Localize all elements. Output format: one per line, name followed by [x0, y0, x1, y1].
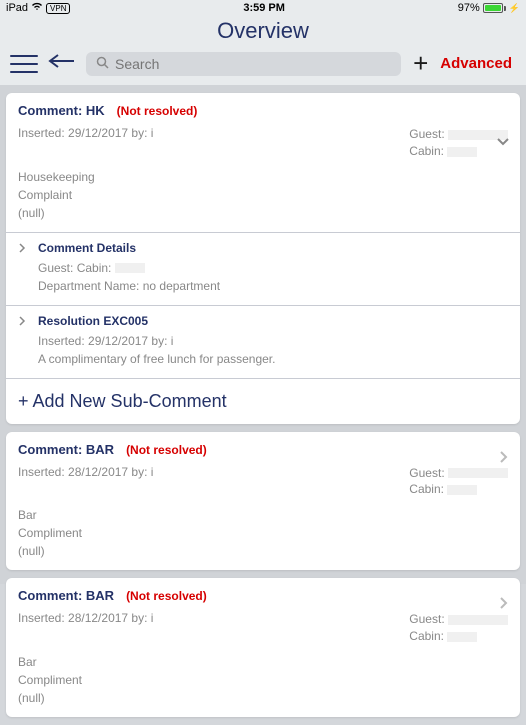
top-bar: Overview + Advanced	[0, 16, 526, 85]
comment-status: (Not resolved)	[126, 589, 207, 603]
chevron-right-icon	[18, 316, 26, 329]
comment-tags: Bar Compliment (null)	[18, 506, 508, 560]
status-bar: iPad VPN 3:59 PM 97% ⚡	[0, 0, 526, 16]
search-box[interactable]	[86, 52, 401, 76]
comment-title: Comment: HK	[18, 103, 105, 118]
resolution-title: Resolution EXC005	[38, 314, 508, 328]
resolution-inserted: Inserted: 29/12/2017 by: i	[38, 334, 508, 348]
vpn-badge: VPN	[46, 3, 70, 14]
inserted-label: Inserted: 28/12/2017 by: i	[18, 465, 153, 479]
chevron-right-icon	[499, 450, 508, 469]
comment-status: (Not resolved)	[117, 104, 198, 118]
battery-pct: 97%	[458, 2, 480, 14]
wifi-icon	[31, 2, 43, 14]
comment-card[interactable]: Comment: BAR (Not resolved) Inserted: 28…	[6, 432, 520, 571]
charging-icon: ⚡	[509, 3, 520, 14]
inserted-label: Inserted: 28/12/2017 by: i	[18, 611, 153, 625]
menu-icon[interactable]	[10, 55, 38, 73]
details-title: Comment Details	[38, 241, 508, 255]
details-dept: Department Name: no department	[38, 279, 508, 293]
chevron-right-icon	[18, 243, 26, 256]
details-guest: Guest: Cabin:	[38, 261, 508, 275]
resolution-text: A complimentary of free lunch for passen…	[38, 352, 508, 366]
content-list: Comment: HK (Not resolved) Inserted: 29/…	[0, 85, 526, 725]
comment-card[interactable]: Comment: BAR (Not resolved) Inserted: 28…	[6, 578, 520, 717]
resolution-section[interactable]: Resolution EXC005 Inserted: 29/12/2017 b…	[6, 305, 520, 378]
battery-icon	[483, 3, 506, 13]
inserted-label: Inserted: 29/12/2017 by: i	[18, 126, 153, 140]
comment-details-section[interactable]: Comment Details Guest: Cabin: Department…	[6, 232, 520, 305]
search-icon	[96, 56, 109, 72]
guest-cabin: Guest: Cabin:	[409, 465, 508, 499]
advanced-button[interactable]: Advanced	[440, 55, 516, 72]
comment-tags: Housekeeping Complaint (null)	[18, 168, 508, 222]
comment-title: Comment: BAR	[18, 442, 114, 457]
comment-title: Comment: BAR	[18, 588, 114, 603]
guest-cabin: Guest: Cabin:	[409, 126, 508, 160]
comment-tags: Bar Compliment (null)	[18, 653, 508, 707]
comment-card[interactable]: Comment: HK (Not resolved) Inserted: 29/…	[6, 93, 520, 424]
back-icon[interactable]	[46, 52, 78, 75]
guest-cabin: Guest: Cabin:	[409, 611, 508, 645]
status-time: 3:59 PM	[243, 2, 285, 14]
page-title: Overview	[0, 18, 526, 44]
comment-status: (Not resolved)	[126, 443, 207, 457]
add-sub-comment-button[interactable]: + Add New Sub-Comment	[6, 378, 520, 424]
search-input[interactable]	[115, 56, 391, 72]
chevron-right-icon	[499, 596, 508, 615]
device-label: iPad	[6, 2, 28, 14]
chevron-down-icon[interactable]	[496, 133, 510, 151]
add-button[interactable]: +	[409, 48, 432, 79]
